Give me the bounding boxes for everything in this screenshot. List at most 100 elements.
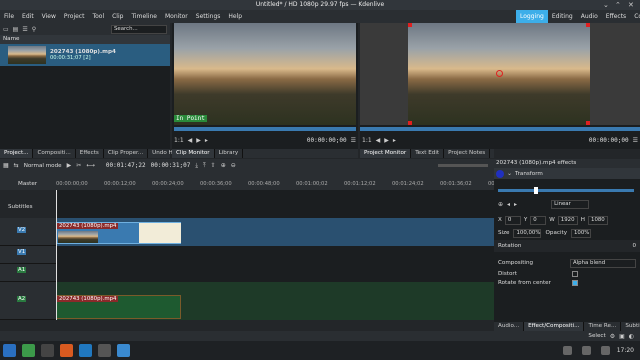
tab-audio-mixer[interactable]: Audio... xyxy=(494,322,525,331)
insert-icon[interactable]: ⤓ xyxy=(195,162,198,170)
interpolation-select[interactable]: Linear xyxy=(551,200,590,209)
tab-text-edit[interactable]: Text Edit xyxy=(411,149,445,158)
size-input[interactable]: 100,00% xyxy=(513,228,542,238)
kdenlive-task-icon[interactable] xyxy=(98,344,111,357)
edit-mode-select[interactable]: Normal mode xyxy=(24,163,62,169)
status-icon-2[interactable]: ▣ xyxy=(619,333,625,340)
tab-project-monitor[interactable]: Project Monitor xyxy=(360,149,412,158)
timeline-ruler[interactable]: 00:00:00;00 00:00:12;00 00:00:24;00 00:00:3… xyxy=(56,181,520,190)
clip-monitor-ruler[interactable] xyxy=(174,127,356,131)
opacity-input[interactable]: 100% xyxy=(571,228,591,238)
tab-clip-monitor[interactable]: Clip Monitor xyxy=(172,149,215,158)
forward-icon[interactable]: ▸ xyxy=(205,137,208,144)
clip-monitor-options-icon[interactable]: ☰ xyxy=(351,137,356,144)
status-icon-3[interactable]: ◐ xyxy=(629,333,634,340)
overwrite-icon[interactable]: ⤒ xyxy=(203,162,206,170)
zoom-out-icon[interactable]: ⊖ xyxy=(231,162,236,169)
menu-file[interactable]: File xyxy=(0,13,18,20)
menu-clip[interactable]: Clip xyxy=(108,13,127,20)
x-input[interactable]: 0 xyxy=(504,215,521,225)
add-clip-icon[interactable]: ▭ xyxy=(3,26,9,33)
transform-handle-tl[interactable] xyxy=(408,23,412,27)
clip-zoom-select[interactable]: 1:1 xyxy=(174,137,184,144)
menu-monitor[interactable]: Monitor xyxy=(161,13,192,20)
tab-project-notes[interactable]: Project Notes xyxy=(444,149,491,158)
code-editor-icon[interactable] xyxy=(79,344,92,357)
tracks-config-icon[interactable]: ▦ xyxy=(3,162,9,169)
next-keyframe-icon[interactable]: ▸ xyxy=(514,201,517,208)
tab-library[interactable]: Library xyxy=(215,149,244,158)
tray-icon-3[interactable] xyxy=(600,346,610,355)
spacer-tool-icon[interactable]: ⟷ xyxy=(86,162,95,169)
browser-icon[interactable] xyxy=(60,344,73,357)
tab-subtitles[interactable]: Subtit... xyxy=(621,322,640,331)
tab-clip-properties[interactable]: Clip Proper... xyxy=(104,149,149,158)
project-monitor-ruler[interactable] xyxy=(360,127,640,131)
track-v2-label[interactable]: V2 xyxy=(17,227,27,233)
menu-help[interactable]: Help xyxy=(224,13,246,20)
menu-tool[interactable]: Tool xyxy=(88,13,108,20)
video-clip[interactable]: 202743 (1080p).mp4 xyxy=(56,222,181,244)
track-a1-label[interactable]: A1 xyxy=(17,267,27,273)
app-launcher-icon[interactable] xyxy=(3,344,16,357)
menu-project[interactable]: Project xyxy=(60,13,89,20)
project-play-backward-icon[interactable]: ◀ xyxy=(376,137,381,144)
collapse-icon[interactable]: ⌄ xyxy=(507,170,512,177)
workspace-logging[interactable]: Logging xyxy=(516,10,548,23)
selection-tool-icon[interactable]: ▶ xyxy=(67,162,72,169)
bin-clip-item[interactable]: 202743 (1080p).mp4 00:00:31;07 [2] xyxy=(0,44,170,66)
status-icon-1[interactable]: ⚙ xyxy=(610,333,615,340)
tab-compositions[interactable]: Compositi... xyxy=(33,149,76,158)
workspace-editing[interactable]: Editing xyxy=(548,10,577,23)
tab-effect-composition[interactable]: Effect/Compositi... xyxy=(524,322,585,331)
workspace-effects[interactable]: Effects xyxy=(602,10,630,23)
prev-keyframe-icon[interactable]: ◂ xyxy=(507,201,510,208)
h-input[interactable]: 1080 xyxy=(588,215,609,225)
project-monitor-options-icon[interactable]: ☰ xyxy=(633,137,638,144)
snap-icon[interactable]: ⊕ xyxy=(221,162,226,169)
distort-checkbox[interactable] xyxy=(572,270,578,277)
select-status[interactable]: Select xyxy=(588,333,605,339)
tray-icon-1[interactable] xyxy=(562,346,572,355)
menu-edit[interactable]: Edit xyxy=(18,13,38,20)
menu-icon[interactable]: ☰ xyxy=(22,26,27,33)
bin-search-input[interactable]: Search... xyxy=(111,24,167,34)
rotate-center-checkbox[interactable] xyxy=(572,279,578,286)
menu-view[interactable]: View xyxy=(38,13,60,20)
audio-clip[interactable]: 202743 (1080p).mp4 xyxy=(56,295,181,319)
playhead[interactable] xyxy=(56,190,57,320)
effect-enable-icon[interactable] xyxy=(496,169,504,178)
track-v2-lane[interactable]: 202743 (1080p).mp4 xyxy=(56,218,494,246)
bin-name-header[interactable]: Name xyxy=(0,35,170,44)
play-backward-icon[interactable]: ◀ xyxy=(188,137,193,144)
tab-time-remap[interactable]: Time Re... xyxy=(584,322,622,331)
rotation-value[interactable]: 0 xyxy=(632,243,636,249)
add-keyframe-icon[interactable]: ⊕ xyxy=(498,201,503,208)
razor-tool-icon[interactable]: ✂ xyxy=(76,162,81,169)
tab-project-bin[interactable]: Project... xyxy=(0,149,34,158)
minimize-button[interactable]: ⌄ xyxy=(603,1,609,9)
transform-handle-tr[interactable] xyxy=(586,23,590,27)
clock[interactable]: 17:20 xyxy=(617,347,634,354)
file-manager-icon[interactable] xyxy=(22,344,35,357)
menu-timeline[interactable]: Timeline xyxy=(127,13,161,20)
workspace-audio[interactable]: Audio xyxy=(577,10,602,23)
play-icon[interactable]: ▶ xyxy=(196,137,201,144)
tray-icon-2[interactable] xyxy=(581,346,591,355)
clip-monitor-timecode[interactable]: 00:00:00;00 xyxy=(307,137,347,144)
maximize-button[interactable]: ⌃ xyxy=(615,1,621,9)
terminal-icon[interactable] xyxy=(41,344,54,357)
track-v1-label[interactable]: V1 xyxy=(17,249,27,255)
workspace-color[interactable]: Color xyxy=(630,10,640,23)
lift-icon[interactable]: ⇧ xyxy=(211,162,216,169)
track-a2-label[interactable]: A2 xyxy=(17,296,27,302)
timeline-zoom-slider[interactable] xyxy=(438,164,488,167)
transform-center-handle[interactable] xyxy=(496,70,503,77)
transform-handle-bl[interactable] xyxy=(408,121,412,125)
project-play-icon[interactable]: ▶ xyxy=(384,137,389,144)
y-input[interactable]: 0 xyxy=(530,215,547,225)
project-forward-icon[interactable]: ▸ xyxy=(393,137,396,144)
close-button[interactable]: ✕ xyxy=(628,1,634,9)
filter-icon[interactable]: ⚲ xyxy=(32,26,36,33)
folder-icon[interactable]: ▤ xyxy=(13,26,19,33)
